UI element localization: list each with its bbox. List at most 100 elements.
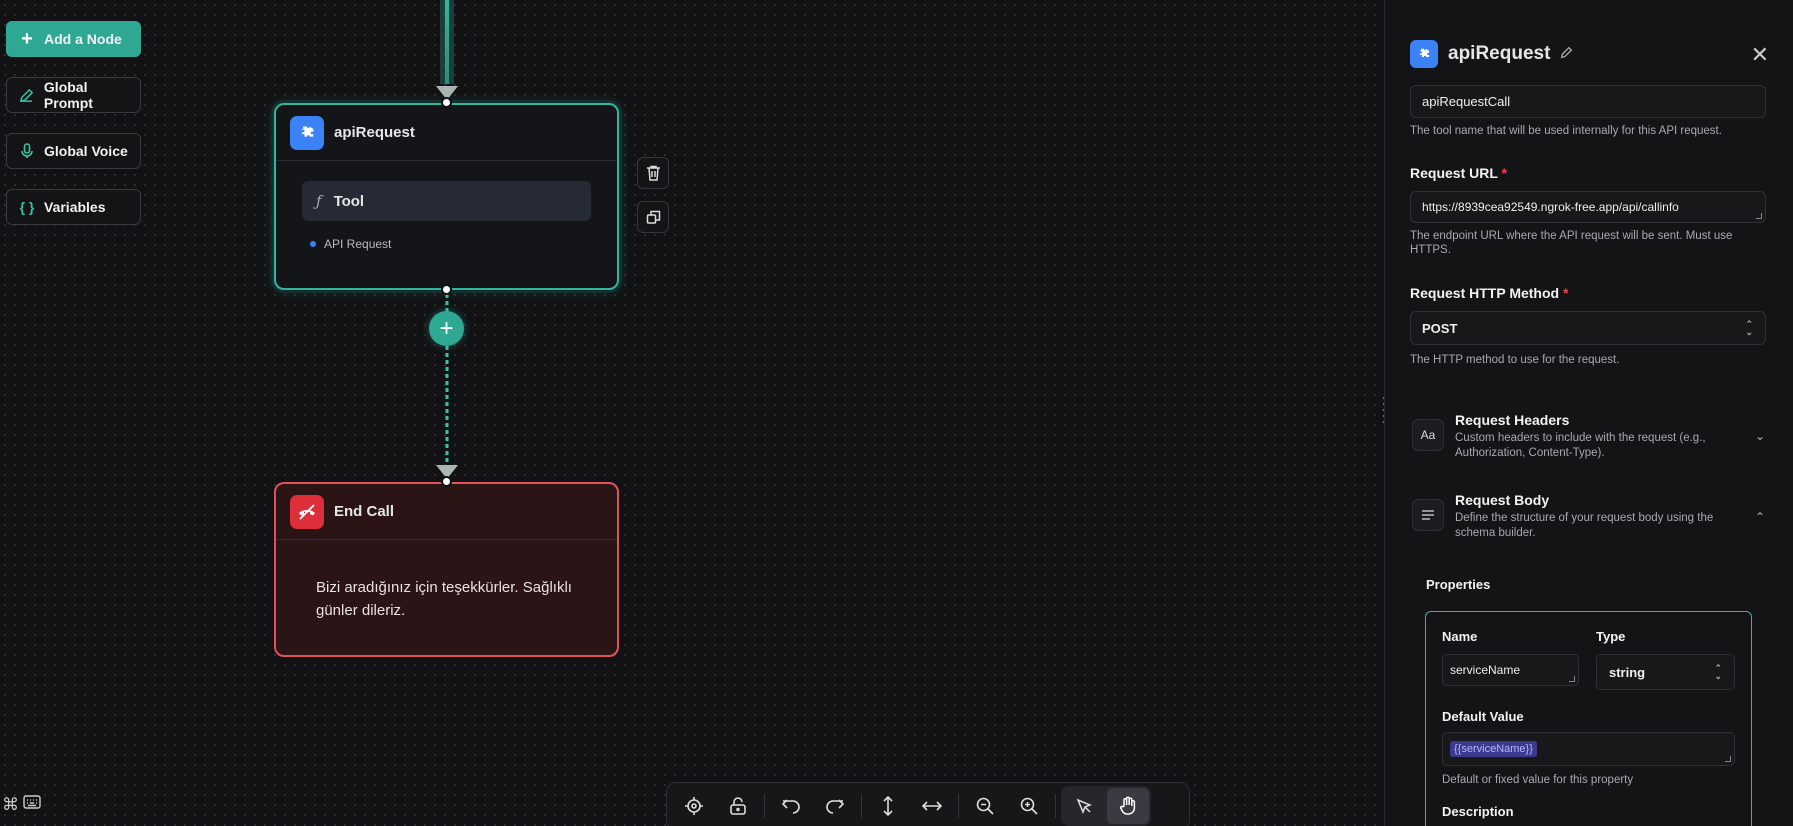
pointer-icon <box>1076 798 1092 814</box>
toolbar-divider <box>764 794 765 818</box>
vertical-layout-button[interactable] <box>867 788 909 824</box>
property-type-value: string <box>1609 664 1646 680</box>
crosshair-icon <box>685 797 703 815</box>
pencil-icon <box>1561 46 1573 59</box>
interaction-mode-group <box>1061 786 1151 826</box>
node-settings-panel: apiRequest ✕ apiRequestCall The tool nam… <box>1384 0 1793 826</box>
recenter-button[interactable] <box>673 788 715 824</box>
request-body-desc: Define the structure of your request bod… <box>1455 512 1714 539</box>
http-method-value: POST <box>1422 320 1458 336</box>
function-icon: ƒ <box>316 192 322 210</box>
node-output-port[interactable] <box>441 284 452 295</box>
toolbar-divider <box>861 794 862 818</box>
chevron-up-icon: ⌃ <box>1754 510 1765 524</box>
node-header: apiRequest <box>276 105 617 161</box>
end-call-message: Bizi aradığınız için teşekkürler. Sağlık… <box>316 579 572 619</box>
flow-canvas[interactable]: + Add a Node Global Prompt Global Voice … <box>0 0 1384 826</box>
zoom-in-icon <box>1020 797 1038 815</box>
node-title: End Call <box>334 503 395 520</box>
plug-icon <box>290 115 324 150</box>
chevron-down-icon: ⌄ <box>1754 429 1765 443</box>
resize-grip-icon[interactable] <box>1725 756 1731 762</box>
request-headers-desc: Custom headers to include with the reque… <box>1455 432 1706 459</box>
plug-icon <box>1410 40 1438 68</box>
resize-grip-icon[interactable] <box>1569 676 1575 682</box>
copy-icon <box>646 210 660 224</box>
keyboard-shortcuts-button[interactable]: ⌘ <box>2 795 41 815</box>
status-dot-icon <box>310 241 316 247</box>
end-call-node[interactable]: End Call Bizi aradığınız için teşekkürle… <box>274 482 619 657</box>
request-body-title[interactable]: Request Body <box>1455 492 1549 508</box>
api-tag-label: API Request <box>324 237 392 251</box>
http-method-label: Request HTTP Method * <box>1410 285 1569 301</box>
zoom-out-icon <box>976 797 994 815</box>
edit-title-button[interactable] <box>1560 43 1573 65</box>
node-input-port[interactable] <box>441 476 452 487</box>
redo-icon <box>826 799 845 814</box>
node-input-port[interactable] <box>441 97 452 108</box>
request-headers-expand-button[interactable]: ⌄ <box>1755 429 1765 443</box>
hand-icon <box>1119 796 1136 815</box>
http-method-select[interactable]: POST ⌃ ⌄ <box>1410 311 1766 345</box>
select-chevrons-icon: ⌃ ⌄ <box>1745 319 1753 337</box>
undo-icon <box>781 799 800 814</box>
keyboard-icon <box>23 795 41 809</box>
api-request-node[interactable]: apiRequest ƒ Tool API Request <box>274 103 619 290</box>
select-chevrons-icon: ⌃ ⌄ <box>1714 663 1722 681</box>
resize-grip-icon[interactable] <box>1756 213 1762 219</box>
unlock-icon <box>730 797 746 815</box>
toolbar-divider <box>1055 794 1056 818</box>
delete-node-button[interactable] <box>637 157 669 189</box>
horizontal-layout-button[interactable] <box>911 788 953 824</box>
edges-layer <box>440 0 454 468</box>
property-type-label: Type <box>1596 629 1626 644</box>
property-type-select[interactable]: string ⌃ ⌄ <box>1596 654 1735 690</box>
request-url-help: The endpoint URL where the API request w… <box>1410 230 1733 256</box>
undo-button[interactable] <box>770 788 812 824</box>
property-name-label: Name <box>1442 629 1478 644</box>
canvas-toolbar <box>666 782 1190 826</box>
redo-button[interactable] <box>814 788 856 824</box>
select-mode-button[interactable] <box>1063 788 1105 824</box>
horizontal-arrows-icon <box>921 801 943 811</box>
request-url-value: https://8939cea92549.ngrok-free.app/api/… <box>1422 200 1679 214</box>
panel-header: apiRequest <box>1410 40 1573 68</box>
tool-badge: ƒ Tool <box>302 181 591 221</box>
zoom-out-button[interactable] <box>964 788 1006 824</box>
default-value-input[interactable]: {{serviceName}} <box>1442 732 1735 766</box>
request-url-input[interactable]: https://8939cea92549.ngrok-free.app/api/… <box>1410 191 1766 223</box>
properties-label: Properties <box>1426 577 1491 592</box>
property-description-label: Description <box>1442 804 1514 819</box>
align-left-icon <box>1412 499 1444 531</box>
request-body-collapse-button[interactable]: ⌃ <box>1755 510 1765 524</box>
pan-mode-button[interactable] <box>1107 788 1149 824</box>
duplicate-node-button[interactable] <box>637 201 669 233</box>
vertical-arrows-icon <box>883 795 893 817</box>
zoom-in-button[interactable] <box>1008 788 1050 824</box>
node-header: End Call <box>276 484 617 540</box>
tool-label: Tool <box>333 192 365 210</box>
plus-icon: + <box>439 314 454 342</box>
hangup-phone-icon <box>290 494 324 529</box>
property-name-input[interactable]: serviceName <box>1442 654 1579 686</box>
api-request-tag: API Request <box>310 237 617 251</box>
panel-title: apiRequest <box>1448 43 1551 64</box>
close-panel-button[interactable]: ✕ <box>1751 42 1769 68</box>
variable-chip[interactable]: {{serviceName}} <box>1450 741 1537 757</box>
add-node-between-button[interactable]: + <box>429 311 464 346</box>
close-icon: ✕ <box>1750 42 1769 67</box>
request-headers-title[interactable]: Request Headers <box>1455 412 1569 428</box>
node-title: apiRequest <box>334 124 415 141</box>
default-value-help: Default or fixed value for this property <box>1442 774 1634 786</box>
request-url-label: Request URL * <box>1410 165 1507 181</box>
http-method-help: The HTTP method to use for the request. <box>1410 354 1620 366</box>
tool-name-input[interactable]: apiRequestCall <box>1410 85 1766 118</box>
toolbar-divider <box>958 794 959 818</box>
lock-button[interactable] <box>717 788 759 824</box>
incoming-edge[interactable] <box>445 0 449 84</box>
text-format-icon: Aa <box>1412 419 1444 451</box>
command-icon: ⌘ <box>2 795 19 814</box>
property-card: Name Type serviceName string ⌃ ⌄ Default … <box>1425 611 1752 826</box>
tool-name-value: apiRequestCall <box>1422 94 1511 109</box>
trash-icon <box>646 165 660 181</box>
